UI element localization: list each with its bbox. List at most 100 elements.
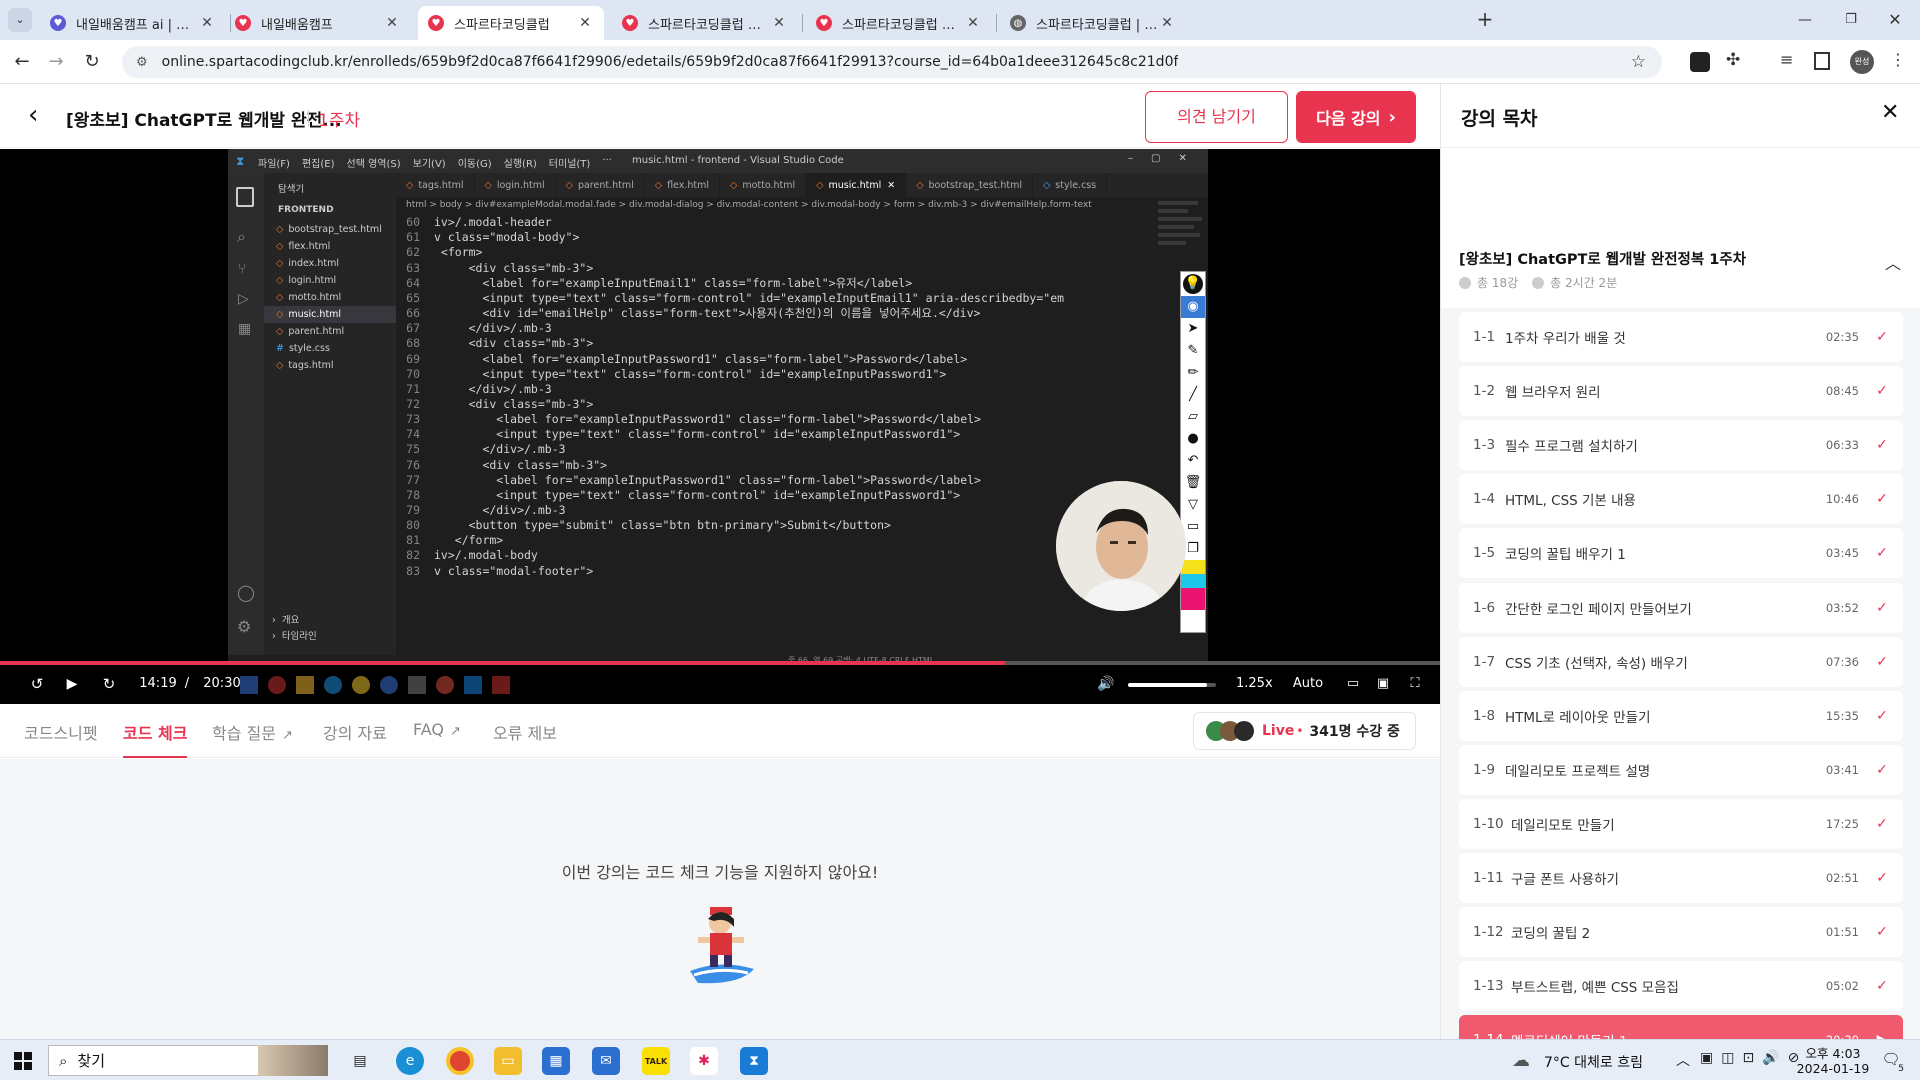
lesson-item[interactable]: 1-9 데일리모토 프로젝트 설명 03:41 ✓ <box>1459 744 1903 795</box>
windows-start-icon[interactable] <box>14 1052 32 1070</box>
minimize-icon[interactable]: — <box>1790 8 1820 32</box>
browser-tab[interactable]: ♥ 내일배움캠프 ✕ <box>225 6 411 40</box>
file-icon: # <box>276 343 284 354</box>
back-chevron-icon[interactable]: ‹ <box>28 102 38 128</box>
close-tab-icon[interactable]: ✕ <box>576 15 594 31</box>
lesson-item[interactable]: 1-5 코딩의 꿀팁 배우기 1 03:45 ✓ <box>1459 528 1903 579</box>
lecture-tab[interactable]: 코드 체크 <box>123 720 188 758</box>
slack-icon[interactable]: ✱ <box>690 1047 718 1075</box>
code-text: iv>/.modal-header <box>434 215 552 230</box>
lecture-tab[interactable]: 코드스니펫 <box>24 720 98 758</box>
fullscreen-icon[interactable]: ⛶ <box>1404 673 1426 695</box>
lesson-item[interactable]: 1-8 HTML로 레이아웃 만들기 15:35 ✓ <box>1459 690 1903 741</box>
play-icon[interactable]: ▶ <box>62 673 82 695</box>
subtitles-icon[interactable]: ▭ <box>1342 673 1364 695</box>
quality-selector[interactable]: Auto <box>1290 673 1326 695</box>
volume-icon[interactable]: 🔊 <box>1096 673 1116 695</box>
search-icon: ⌕ <box>237 227 246 246</box>
tab-separator <box>802 14 803 32</box>
close-tab-icon[interactable]: ✕ <box>964 15 982 31</box>
chrome-icon[interactable] <box>446 1047 474 1075</box>
lesson-item[interactable]: 1-3 필수 프로그램 설치하기 06:33 ✓ <box>1459 420 1903 471</box>
puzzle-icon[interactable]: ✣ <box>1726 50 1740 70</box>
lesson-title: 부트스트랩, 예쁜 CSS 모음집 <box>1511 980 1679 997</box>
bookmark-star-icon[interactable]: ☆ <box>1631 52 1646 72</box>
browser-tab[interactable]: ♥ 스파르타코딩클럽 커뮤니티 | 스✕ <box>612 6 798 40</box>
lecture-tab[interactable]: 강의 자료 <box>323 720 387 758</box>
url-text[interactable]: online.spartacodingclub.kr/enrolleds/659… <box>162 54 1179 70</box>
close-tab-icon[interactable]: ✕ <box>770 15 788 31</box>
store-icon[interactable]: ▦ <box>542 1047 570 1075</box>
url-bar[interactable]: ⚙ online.spartacodingclub.kr/enrolleds/6… <box>122 46 1662 78</box>
browser-tab[interactable]: ◍ 스파르타코딩클럽 | 부트스트랩✕ <box>1000 6 1186 40</box>
browser-tab-label: 내일배움캠프 ai | 쉽고 재미있는 <box>76 17 198 33</box>
lesson-item[interactable]: 1-13 부트스트랩, 예쁜 CSS 모음집 05:02 ✓ <box>1459 961 1903 1012</box>
edge-icon[interactable]: e <box>396 1047 424 1075</box>
browser-menu-icon[interactable]: ⋮ <box>1890 50 1906 69</box>
close-tab-icon[interactable]: ✕ <box>198 15 216 31</box>
reload-icon[interactable]: ↻ <box>80 50 104 74</box>
side-panel-icon[interactable] <box>1814 52 1830 70</box>
playback-speed[interactable]: 1.25x <box>1236 673 1273 695</box>
notification-icon[interactable]: 🗨 5 <box>1880 1050 1904 1074</box>
lesson-item[interactable]: 1-6 간단한 로그인 페이지 만들어보기 03:52 ✓ <box>1459 582 1903 633</box>
next-lecture-button[interactable]: 다음 강의 › <box>1296 91 1416 143</box>
profile-avatar[interactable]: 완성 <box>1850 50 1874 74</box>
close-tab-icon[interactable]: ✕ <box>383 15 401 31</box>
lesson-item[interactable]: 1-10 데일리모토 만들기 17:25 ✓ <box>1459 798 1903 849</box>
line-number: 80 <box>406 518 420 533</box>
total-time: 총 2시간 2분 <box>1550 276 1618 290</box>
tab-search-button[interactable]: ⌄ <box>8 8 32 32</box>
lesson-item[interactable]: 1-11 구글 폰트 사용하기 02:51 ✓ <box>1459 853 1903 903</box>
vscode-taskbar-icon[interactable]: ⧗ <box>740 1047 768 1075</box>
outline-section-label: 타임라인 <box>281 631 317 642</box>
viewer-avatars-icon <box>1206 721 1254 741</box>
theater-mode-icon[interactable]: ▣ <box>1372 673 1394 695</box>
kakaotalk-icon[interactable]: TALK <box>642 1047 670 1075</box>
rewind-10-icon[interactable]: ↺ <box>26 673 48 695</box>
forward-10-icon[interactable]: ↻ <box>98 673 120 695</box>
video-player[interactable]: ⧗ 파일(F) 편집(E) 선택 영역(S) 보기(V) 이동(G) 실행(R) 터미널(T… <box>0 149 1440 704</box>
collapse-chevron-icon[interactable]: ︿ <box>1885 250 1901 274</box>
browser-tab[interactable]: ♥ 내일배움캠프 ai | 쉽고 재미있는✕ <box>40 6 226 40</box>
line-number: 63 <box>406 260 420 275</box>
lesson-item[interactable]: 1-12 코딩의 꿀팁 2 01:51 ✓ <box>1459 907 1903 958</box>
volume-slider-track[interactable] <box>1128 683 1216 687</box>
extension-icon[interactable] <box>1690 52 1710 72</box>
lecture-tab[interactable]: 오류 제보 <box>493 720 557 758</box>
back-icon[interactable]: ← <box>10 50 34 74</box>
lesson-item[interactable]: 1-7 CSS 기초 (선택자, 속성) 배우기 07:36 ✓ <box>1459 636 1903 687</box>
code-text: <label for="exampleInputPassword1" class… <box>434 351 968 366</box>
tray-chevron-icon[interactable]: ︿ <box>1676 1050 1690 1070</box>
code-text: <div class="mb-3"> <box>434 457 608 472</box>
mail-icon[interactable]: ✉ <box>592 1047 620 1075</box>
explorer-file: ◇ flex.html <box>264 238 396 255</box>
site-info-icon[interactable]: ⚙ <box>136 55 148 70</box>
line-number: 77 <box>406 472 420 487</box>
explorer-file: ◇ tags.html <box>264 357 396 374</box>
close-sidebar-icon[interactable]: ✕ <box>1881 100 1899 125</box>
volume-slider-fill <box>1128 683 1208 687</box>
media-control-icon[interactable]: ≡ <box>1780 50 1793 69</box>
sidebar-title: 강의 목차 <box>1461 108 1538 130</box>
file-explorer-icon[interactable]: ▭ <box>494 1047 522 1075</box>
browser-tab[interactable]: ♥ 스파르타코딩클럽 ✕ <box>418 6 604 40</box>
duration: 20:30 <box>203 676 241 691</box>
browser-tab[interactable]: ♥ 스파르타코딩클럽 커뮤니티 | 스✕ <box>806 6 992 40</box>
lesson-item[interactable]: 1-4 HTML, CSS 기본 내용 10:46 ✓ <box>1459 474 1903 525</box>
close-window-icon[interactable]: ✕ <box>1880 8 1910 32</box>
lesson-item[interactable]: 1-1 1주차 우리가 배울 것 02:35 ✓ <box>1459 312 1903 362</box>
forward-icon[interactable]: → <box>44 50 68 74</box>
lecture-tab[interactable]: 학습 질문 ↗ <box>212 720 293 758</box>
restore-icon[interactable]: ❐ <box>1836 8 1866 32</box>
task-view-icon[interactable]: ▤ <box>346 1047 374 1075</box>
lesson-item[interactable]: 1-14멜로디쉐어 만들기 120:30▶ <box>1459 1015 1903 1039</box>
sidebar-course-summary[interactable]: [왕초보] ChatGPT로 웹개발 완전정복 1주차 총 18강 총 2시간 … <box>1441 148 1920 308</box>
feedback-button[interactable]: 의견 남기기 <box>1145 91 1288 143</box>
new-tab-icon[interactable]: + <box>1473 8 1497 32</box>
vscode-menu-item: 터미널(T) <box>548 159 591 170</box>
lesson-item[interactable]: 1-2 웹 브라우저 원리 08:45 ✓ <box>1459 366 1903 417</box>
close-tab-icon[interactable]: ✕ <box>1158 15 1176 31</box>
check-icon: ✓ <box>1876 653 1888 670</box>
lecture-tab[interactable]: FAQ ↗ <box>413 720 461 758</box>
